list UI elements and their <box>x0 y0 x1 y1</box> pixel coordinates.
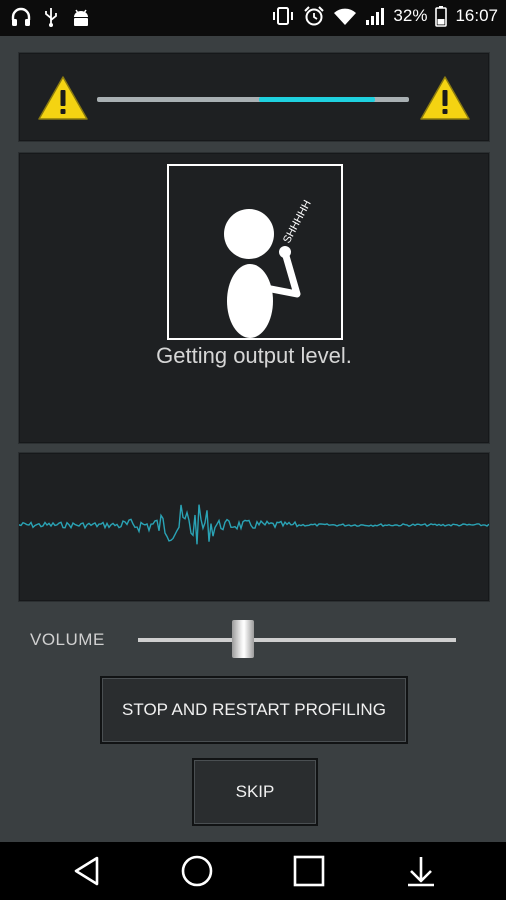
back-icon[interactable] <box>70 854 104 893</box>
volume-slider-track[interactable] <box>138 638 456 642</box>
wifi-icon <box>333 5 357 27</box>
shhh-figure-icon: SHHHHH <box>167 164 343 340</box>
notifications-pull-icon[interactable] <box>404 854 438 893</box>
alarm-icon <box>303 5 325 27</box>
skip-button[interactable]: SKIP <box>192 758 318 826</box>
headphones-icon <box>10 6 32 28</box>
figure-text: SHHHHH <box>281 198 314 245</box>
volume-label: VOLUME <box>30 630 105 649</box>
navigation-bar <box>0 842 506 900</box>
status-message: Getting output level. <box>156 343 352 368</box>
warning-icon <box>419 75 471 126</box>
signal-icon <box>365 5 385 27</box>
instruction-panel: SHHHHH Getting output level. <box>18 152 490 444</box>
recents-icon[interactable] <box>292 854 326 893</box>
vibrate-icon <box>271 5 295 27</box>
waveform-panel <box>18 452 490 602</box>
volume-slider-thumb[interactable] <box>231 620 254 658</box>
stop-restart-profiling-button[interactable]: STOP AND RESTART PROFILING <box>100 676 408 744</box>
status-bar: 32% 16:07 <box>0 0 506 36</box>
usb-icon <box>44 6 58 28</box>
battery-percent: 32% <box>393 6 428 25</box>
waveform-graph <box>19 504 489 545</box>
clock: 16:07 <box>455 6 498 25</box>
battery-icon <box>435 5 448 27</box>
warning-icon <box>37 75 89 126</box>
output-level-fill <box>259 97 375 102</box>
output-level-panel <box>18 52 490 142</box>
output-level-bar <box>97 97 409 102</box>
waveform-line <box>19 504 489 545</box>
android-icon <box>70 6 92 28</box>
home-icon[interactable] <box>180 854 214 893</box>
